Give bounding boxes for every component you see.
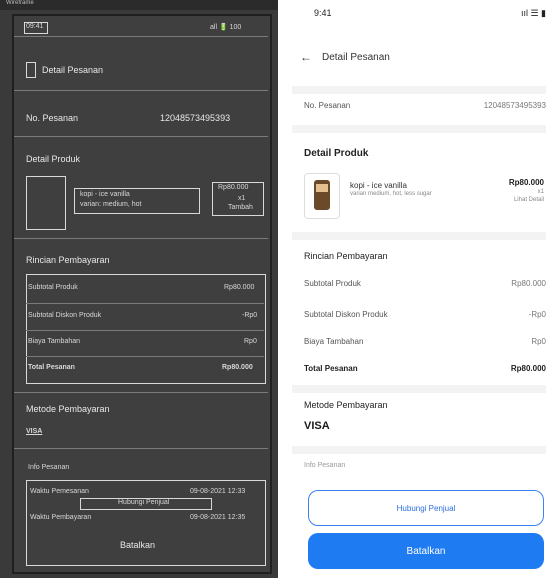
wire-row-label: Subtotal Diskon Produk [28, 312, 102, 319]
rincian-row: Biaya Tambahan Rp0 [304, 337, 546, 346]
section-divider [292, 125, 546, 133]
no-pesanan-value: 12048573495393 [483, 101, 546, 110]
wire-no-pesanan-label: No. Pesanan [26, 113, 79, 123]
wire-row-value: Rp0 [244, 338, 257, 345]
rincian-title: Rincian Pembayaran [304, 251, 388, 261]
wire-status-icons: all 🔋 100 [210, 24, 242, 31]
page-title: Detail Pesanan [322, 52, 390, 63]
wire-back-icon[interactable] [26, 62, 36, 78]
rincian-value: Rp0 [531, 337, 546, 346]
page-header: ← Detail Pesanan [300, 50, 546, 70]
wire-rincian: Rincian Pembayaran [26, 255, 110, 265]
section-divider [292, 232, 546, 240]
rincian-label: Biaya Tambahan [304, 337, 364, 346]
product-more[interactable]: Lihat Detail [514, 197, 544, 203]
wire-no-pesanan-value: 12048573495393 [160, 113, 231, 123]
wireframe-top-strip: Wireframe [0, 0, 278, 10]
info-pesanan-title: Info Pesanan [304, 462, 346, 469]
wire-row-label: Subtotal Produk [28, 284, 78, 291]
product-qty: x1 [537, 189, 544, 195]
wire-row-value: Rp80.000 [222, 364, 253, 371]
wire-hubungi-label: Hubungi Penjual [118, 499, 170, 506]
section-divider [292, 385, 546, 393]
product-price: Rp80.000 [508, 178, 544, 187]
metode-title: Metode Pembayaran [304, 400, 388, 410]
rincian-label: Subtotal Produk [304, 279, 361, 288]
wire-detail-produk: Detail Produk [26, 154, 81, 164]
status-icons: ııl ☰ ▮ [520, 8, 546, 18]
wire-waktu-pesan-value: 09-08-2021 12:33 [190, 488, 246, 495]
status-bar: 9:41 ııl ☰ ▮ [292, 8, 546, 22]
wire-waktu-bayar-value: 09-08-2021 12:35 [190, 514, 246, 521]
product-name: kopi - ice vanilla [350, 181, 407, 190]
wire-divider [14, 448, 268, 449]
section-divider [292, 86, 546, 94]
wire-metode: Metode Pembayaran [26, 404, 110, 414]
rincian-total-row: Total Pesanan Rp80.000 [304, 364, 546, 373]
wire-product-qty: x1 [238, 195, 246, 202]
wire-batal-label[interactable]: Batalkan [120, 540, 155, 550]
wire-product-sub: varian: medium, hot [80, 201, 142, 208]
rincian-label: Subtotal Diskon Produk [304, 310, 388, 319]
wireframe-caption: Wireframe [6, 0, 34, 6]
wire-divider [26, 303, 264, 304]
no-pesanan-label: No. Pesanan [304, 101, 351, 110]
wire-info: Info Pesanan [28, 464, 70, 471]
wire-waktu-bayar-label: Waktu Pembayaran [30, 514, 92, 521]
info-pesanan-row: Info Pesanan [304, 462, 546, 469]
product-image [304, 173, 340, 219]
rincian-row: Subtotal Produk Rp80.000 [304, 279, 546, 288]
wire-row-value: -Rp0 [242, 312, 258, 319]
rincian-label: Total Pesanan [304, 364, 358, 373]
section-divider [292, 446, 546, 454]
wire-row-label: Biaya Tambahan [28, 338, 81, 345]
rincian-value: -Rp0 [528, 310, 546, 319]
status-time: 9:41 [314, 8, 332, 18]
wireframe-panel: Wireframe 09:41 all 🔋 100 Detail Pesanan… [0, 0, 278, 578]
wire-product-image [26, 176, 66, 230]
wire-metode-value: VISA [26, 428, 43, 435]
wire-status-time: 09:41 [26, 23, 44, 30]
wire-divider [14, 90, 268, 91]
wire-divider [26, 330, 264, 331]
visa-label: VISA [304, 420, 330, 432]
back-arrow-icon[interactable]: ← [300, 50, 312, 64]
detail-produk-title: Detail Produk [304, 148, 369, 159]
wire-row-value: Rp80.000 [224, 284, 255, 291]
wire-header-title: Detail Pesanan [42, 65, 104, 75]
phone-screen: 9:41 ııl ☰ ▮ ← Detail Pesanan No. Pesana… [292, 0, 546, 578]
wire-divider [14, 36, 268, 37]
product-card[interactable]: kopi - ice vanilla varian medium, hot, l… [304, 173, 544, 221]
cancel-order-button[interactable]: Batalkan [308, 533, 544, 569]
wire-divider [14, 392, 268, 393]
wire-row-label: Total Pesanan [28, 364, 75, 371]
contact-seller-button[interactable]: Hubungi Penjual [308, 490, 544, 526]
rincian-value: Rp80.000 [510, 364, 546, 373]
wire-product-name: kopi - ice vanilla [80, 191, 130, 198]
wire-divider [14, 238, 268, 239]
rincian-row: Subtotal Diskon Produk -Rp0 [304, 310, 546, 319]
wire-product-more[interactable]: Tambah [228, 204, 253, 211]
rincian-value: Rp80.000 [511, 279, 546, 288]
product-sub: varian medium, hot, less sugar [350, 191, 432, 197]
wire-waktu-pesan-label: Waktu Pemesanan [30, 488, 89, 495]
wire-product-price: Rp80.000 [218, 184, 249, 191]
wire-divider [26, 356, 264, 357]
no-pesanan-row: No. Pesanan 12048573495393 [304, 101, 546, 110]
wire-divider [14, 136, 268, 137]
